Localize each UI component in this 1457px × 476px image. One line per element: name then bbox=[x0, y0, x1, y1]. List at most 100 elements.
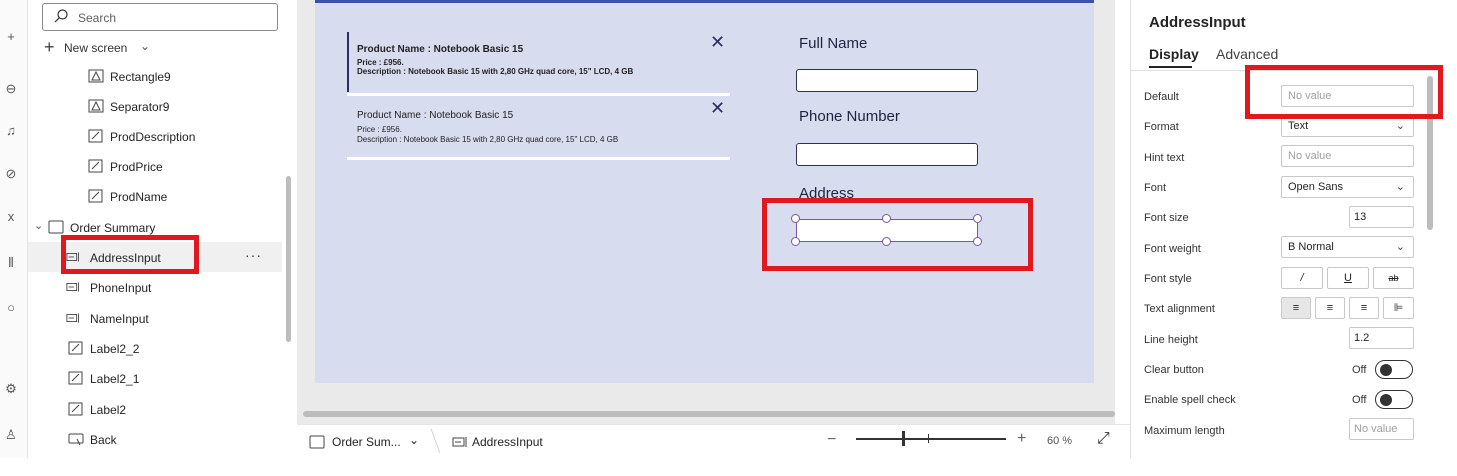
shape-icon bbox=[88, 99, 104, 113]
font-size-input[interactable]: 13 bbox=[1349, 206, 1414, 228]
screen-icon bbox=[309, 435, 325, 449]
product-name-text: Product Name : Notebook Basic 15 bbox=[357, 110, 514, 121]
label-icon bbox=[88, 129, 103, 143]
italic-button[interactable]: / bbox=[1281, 267, 1323, 289]
screen-breadcrumb[interactable]: Order Sum... bbox=[332, 435, 401, 449]
tree-item-label2-1[interactable]: Label2_1 bbox=[28, 363, 282, 393]
virtual-agent-icon[interactable]: ♙ bbox=[0, 424, 22, 446]
tree-item-back[interactable]: Back bbox=[28, 424, 282, 454]
tree-item-label: ProdDescription bbox=[110, 130, 196, 144]
spell-check-state: Off bbox=[1352, 394, 1367, 406]
media-icon[interactable]: ♫ bbox=[0, 120, 22, 142]
tree-item-proddescription[interactable]: ProdDescription bbox=[28, 121, 282, 151]
zoom-slider-tick bbox=[928, 434, 929, 443]
search-input[interactable]: Search bbox=[42, 3, 278, 31]
tree-item-label2-2[interactable]: Label2_2 bbox=[28, 333, 282, 363]
strikethrough-button[interactable]: ab bbox=[1373, 267, 1414, 289]
toggle-knob bbox=[1380, 394, 1392, 406]
bottom-status-bar: Order Sum... ⌄ AddressInput − + 60 % ⤢ bbox=[297, 424, 1130, 458]
font-weight-label: Font weight bbox=[1144, 243, 1201, 255]
zoom-out-button[interactable]: − bbox=[827, 431, 836, 449]
underline-button[interactable]: U bbox=[1327, 267, 1369, 289]
data-icon[interactable]: ⊖ bbox=[0, 78, 22, 100]
text-input-icon bbox=[66, 282, 79, 292]
tree-item-label: ProdPrice bbox=[110, 160, 163, 174]
max-length-label: Maximum length bbox=[1144, 425, 1225, 437]
search-placeholder: Search bbox=[78, 11, 117, 25]
font-weight-dropdown[interactable]: B Normal ⌄ bbox=[1281, 236, 1414, 258]
label-icon bbox=[88, 159, 103, 173]
tree-item-label: Label2_1 bbox=[90, 372, 140, 386]
window-bottom-edge bbox=[0, 458, 1457, 476]
control-name-title: AddressInput bbox=[1149, 14, 1246, 31]
shape-icon bbox=[88, 69, 104, 83]
chevron-down-icon[interactable]: ⌄ bbox=[409, 433, 419, 447]
zoom-in-button[interactable]: + bbox=[1017, 430, 1026, 448]
align-center-button[interactable]: ≡ bbox=[1315, 297, 1345, 319]
app-screen bbox=[315, 0, 1094, 383]
default-label: Default bbox=[1144, 91, 1179, 103]
hint-text-input[interactable]: No value bbox=[1281, 145, 1414, 167]
font-label: Font bbox=[1144, 182, 1167, 194]
tree-item-prodprice[interactable]: ProdPrice bbox=[28, 151, 282, 181]
align-left-button[interactable]: ≡ bbox=[1281, 297, 1311, 319]
align-justify-button[interactable]: ⊫ bbox=[1383, 297, 1414, 319]
close-icon[interactable]: ✕ bbox=[710, 99, 725, 117]
advanced-tools-icon[interactable]: ⦀ bbox=[0, 252, 22, 274]
label-icon bbox=[68, 402, 83, 416]
tree-item-separator9[interactable]: Separator9 bbox=[28, 91, 282, 121]
highlight-box bbox=[61, 235, 199, 274]
format-label: Format bbox=[1144, 121, 1179, 133]
align-right-button[interactable]: ≡ bbox=[1349, 297, 1379, 319]
zoom-slider-track[interactable] bbox=[856, 438, 1006, 440]
tree-scrollbar[interactable] bbox=[286, 176, 291, 342]
tree-view-panel: Search + New screen ⌄ Rectangle9 Separat… bbox=[28, 0, 296, 460]
tree-item-label: Label2_2 bbox=[90, 342, 140, 356]
product-description-text: Description : Notebook Basic 15 with 2,8… bbox=[357, 67, 634, 76]
new-screen-label: New screen bbox=[64, 41, 128, 55]
tree-item-label2[interactable]: Label2 bbox=[28, 394, 282, 424]
product-description-text: Description : Notebook Basic 15 with 2,8… bbox=[357, 135, 619, 144]
tab-display[interactable]: Display bbox=[1149, 46, 1199, 62]
tree-item-label: Back bbox=[90, 433, 117, 447]
chevron-down-icon: ⌄ bbox=[1395, 120, 1405, 132]
screen-icon bbox=[48, 220, 64, 234]
chevron-down-icon: ⌄ bbox=[1395, 241, 1405, 253]
clear-button-toggle[interactable] bbox=[1375, 360, 1413, 379]
tree-item-nameinput[interactable]: NameInput bbox=[28, 303, 282, 333]
plus-icon: + bbox=[44, 37, 55, 57]
phone-number-label: Phone Number bbox=[799, 108, 900, 125]
gallery-separator bbox=[347, 93, 730, 96]
text-alignment-label: Text alignment bbox=[1144, 303, 1215, 315]
close-icon[interactable]: ✕ bbox=[710, 33, 725, 51]
insert-icon[interactable]: + bbox=[0, 26, 22, 48]
zoom-slider-thumb[interactable] bbox=[902, 431, 905, 446]
full-name-input[interactable] bbox=[796, 69, 978, 92]
variables-icon[interactable]: x bbox=[0, 206, 22, 228]
line-height-input[interactable]: 1.2 bbox=[1349, 327, 1414, 349]
more-options-button[interactable]: ··· bbox=[245, 247, 262, 263]
hint-text-label: Hint text bbox=[1144, 152, 1185, 164]
tree-item-prodname[interactable]: ProdName bbox=[28, 181, 282, 211]
settings-icon[interactable]: ⚙ bbox=[0, 378, 22, 400]
label-icon bbox=[68, 371, 83, 385]
format-value: Text bbox=[1288, 120, 1309, 132]
tree-item-phoneinput[interactable]: PhoneInput bbox=[28, 272, 282, 302]
chevron-down-icon[interactable]: ⌄ bbox=[34, 219, 43, 232]
max-length-input[interactable]: No value bbox=[1349, 418, 1414, 440]
font-style-label: Font style bbox=[1144, 273, 1192, 285]
text-input-icon bbox=[66, 313, 79, 323]
tab-advanced[interactable]: Advanced bbox=[1216, 46, 1278, 62]
highlight-box bbox=[762, 198, 1033, 271]
font-dropdown[interactable]: Open Sans ⌄ bbox=[1281, 176, 1414, 198]
canvas-horizontal-scrollbar[interactable] bbox=[303, 411, 1115, 417]
power-automate-icon[interactable]: ⊘ bbox=[0, 163, 22, 185]
zoom-value: 60 % bbox=[1047, 435, 1073, 447]
control-breadcrumb[interactable]: AddressInput bbox=[472, 435, 543, 449]
font-value: Open Sans bbox=[1288, 181, 1344, 193]
spell-check-toggle[interactable] bbox=[1375, 390, 1413, 409]
phone-number-input[interactable] bbox=[796, 143, 978, 166]
fit-to-window-button[interactable]: ⤢ bbox=[1097, 430, 1110, 448]
tree-item-rectangle9[interactable]: Rectangle9 bbox=[28, 61, 282, 91]
search-rail-icon[interactable]: ○ bbox=[0, 297, 22, 319]
